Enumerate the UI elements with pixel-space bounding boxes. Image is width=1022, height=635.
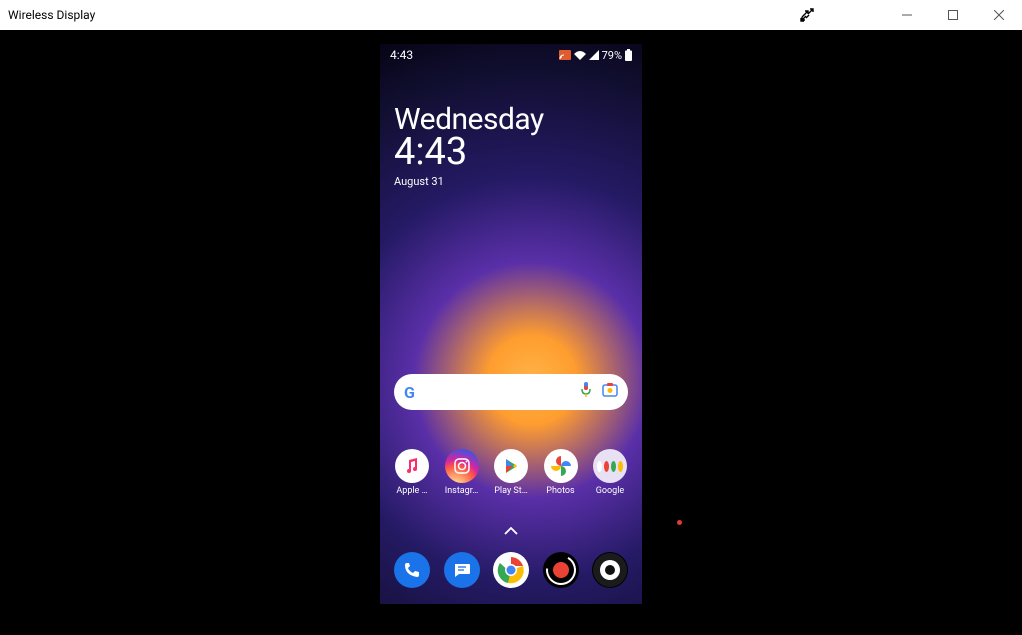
window-title: Wireless Display — [8, 8, 95, 22]
messages-icon — [453, 561, 471, 579]
app-label: Photos — [539, 486, 583, 496]
mic-icon[interactable] — [580, 382, 592, 402]
widget-time: 4:43 — [394, 133, 544, 171]
mini-app-icon — [618, 461, 623, 472]
fullscreen-icon[interactable] — [800, 8, 814, 22]
close-button[interactable] — [976, 0, 1022, 30]
phone-statusbar: 4:43 79% — [380, 48, 642, 62]
dock-phone[interactable] — [394, 552, 430, 588]
dock-camera[interactable] — [592, 552, 628, 588]
chevron-up-icon — [504, 527, 518, 535]
app-drawer-handle[interactable] — [504, 520, 518, 539]
battery-text: 79% — [602, 49, 622, 62]
google-logo-icon: G — [404, 383, 415, 402]
window-titlebar: Wireless Display — [0, 0, 1022, 30]
app-google-folder[interactable]: Google — [588, 449, 632, 496]
lens-icon[interactable] — [602, 382, 618, 402]
apple-music-icon — [395, 449, 429, 483]
signal-icon — [589, 50, 599, 60]
dock-messages[interactable] — [444, 552, 480, 588]
app-instagram[interactable]: Instagr… — [440, 449, 484, 496]
google-folder-icon — [593, 449, 627, 483]
status-time: 4:43 — [390, 48, 413, 62]
phone-dock — [394, 552, 628, 588]
cursor-indicator — [677, 520, 682, 525]
widget-date: August 31 — [394, 175, 544, 188]
app-play-store[interactable]: Play St… — [489, 449, 533, 496]
battery-icon — [625, 49, 632, 61]
app-label: Instagr… — [440, 486, 484, 496]
record-icon — [543, 552, 579, 588]
app-photos[interactable]: Photos — [539, 449, 583, 496]
camera-icon — [592, 552, 628, 588]
minimize-button[interactable] — [884, 0, 930, 30]
app-label: Apple … — [390, 486, 434, 496]
phone-icon — [403, 561, 421, 579]
status-icons: 79% — [559, 49, 632, 62]
app-label: Google — [588, 486, 632, 496]
cast-icon — [559, 50, 571, 60]
dock-chrome[interactable] — [493, 552, 529, 588]
mini-app-icon — [597, 461, 602, 472]
maximize-button[interactable] — [930, 0, 976, 30]
phone-screen[interactable]: 4:43 79% Wednesday 4:43 Augu — [380, 44, 642, 604]
play-store-icon — [494, 449, 528, 483]
clock-widget[interactable]: Wednesday 4:43 August 31 — [394, 102, 544, 188]
chrome-icon — [497, 556, 525, 584]
home-app-row: Apple … Instagr… Play St… Photos — [390, 449, 632, 496]
google-search-bar[interactable]: G — [394, 374, 628, 410]
dock-recorder[interactable] — [543, 552, 579, 588]
app-label: Play St… — [489, 486, 533, 496]
app-apple-music[interactable]: Apple … — [390, 449, 434, 496]
wifi-icon — [574, 50, 586, 60]
window-controls — [800, 0, 1022, 30]
mini-app-icon — [604, 461, 609, 472]
instagram-icon — [445, 449, 479, 483]
client-area: 4:43 79% Wednesday 4:43 Augu — [0, 30, 1022, 635]
photos-icon — [544, 449, 578, 483]
mini-app-icon — [611, 461, 616, 472]
